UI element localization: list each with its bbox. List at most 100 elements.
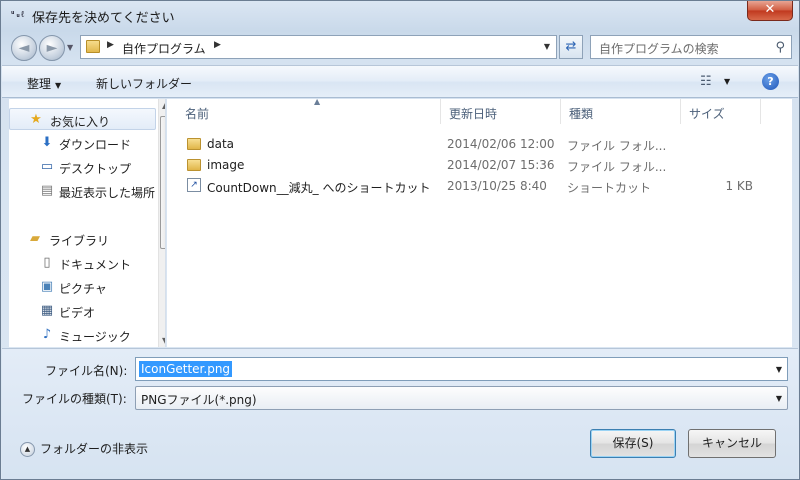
- column-header-label: 種類: [569, 107, 594, 121]
- dialog-title: 保存先を決めてください: [32, 11, 175, 26]
- documents-icon: ▯: [43, 255, 51, 270]
- file-name: data: [207, 137, 235, 151]
- star-icon: ★: [30, 112, 42, 127]
- recent-pages-dropdown-icon[interactable]: ▼: [67, 43, 73, 52]
- search-placeholder: 自作プログラムの検索: [599, 42, 719, 56]
- search-input[interactable]: 自作プログラムの検索 ⚲: [590, 35, 792, 59]
- file-type: ショートカット: [567, 181, 652, 195]
- nav-item-pictures[interactable]: ▣ ピクチャ: [9, 276, 156, 298]
- column-header-type[interactable]: 種類: [561, 99, 681, 124]
- nav-item-label: ピクチャ: [59, 282, 107, 296]
- nav-item-documents[interactable]: ▯ ドキュメント: [9, 252, 156, 274]
- search-icon[interactable]: ⚲: [775, 40, 785, 55]
- chevron-down-icon: ▼: [55, 81, 62, 90]
- folder-icon: [187, 157, 203, 172]
- file-name: CountDown__減丸_ へのショートカット: [207, 181, 431, 195]
- file-type: ファイル フォル...: [567, 160, 667, 174]
- column-header-label: 更新日時: [449, 107, 498, 121]
- file-date: 2014/02/07 15:36: [447, 158, 555, 172]
- nav-item-music[interactable]: ♪ ミュージック: [9, 324, 156, 346]
- navigation-bar: ◄ ► ▼ ▶ 自作プログラム ▶ ▼ ⇄ 自作プログラムの検索 ⚲: [1, 31, 799, 63]
- scrollbar-thumb[interactable]: [160, 116, 165, 249]
- nav-item-desktop[interactable]: ▭ デスクトップ: [9, 156, 156, 178]
- nav-item-libraries[interactable]: ▰ ライブラリ: [9, 228, 156, 250]
- scroll-down-icon[interactable]: ▼: [162, 336, 165, 345]
- close-button[interactable]: ✕: [747, 1, 793, 21]
- breadcrumb-chevron-icon[interactable]: ▶: [107, 40, 114, 50]
- navpane-scrollbar[interactable]: ▲ ▼: [158, 99, 165, 347]
- filetype-value: PNGファイル(*.png): [141, 393, 257, 407]
- nav-item-label: ダウンロード: [59, 138, 132, 152]
- save-button[interactable]: 保存(S): [590, 429, 676, 458]
- chevron-down-icon[interactable]: ▼: [776, 394, 782, 403]
- cancel-button[interactable]: キャンセル: [688, 429, 776, 458]
- nav-item-downloads[interactable]: ⬇ ダウンロード: [9, 132, 156, 154]
- music-icon: ♪: [42, 327, 52, 342]
- column-header-name[interactable]: 名前 ▲: [177, 97, 441, 124]
- address-bar[interactable]: ▶ 自作プログラム ▶ ▼: [80, 35, 557, 59]
- nav-item-label: お気に入り: [50, 115, 111, 129]
- nav-item-label: 最近表示した場所: [59, 186, 156, 200]
- nav-item-videos[interactable]: ▦ ビデオ: [9, 300, 156, 322]
- column-header-label: 名前: [185, 107, 210, 121]
- address-dropdown-icon[interactable]: ▼: [544, 42, 550, 51]
- nav-item-label: デスクトップ: [59, 162, 132, 176]
- videos-icon: ▦: [40, 303, 54, 318]
- chevron-down-icon[interactable]: ▼: [776, 365, 782, 374]
- filename-label: ファイル名(N):: [45, 364, 128, 378]
- table-row[interactable]: ↗ CountDown__減丸_ へのショートカット 2013/10/25 8:…: [167, 175, 787, 196]
- scroll-up-icon[interactable]: ▲: [162, 101, 165, 110]
- nav-item-label: ビデオ: [59, 306, 96, 320]
- help-button[interactable]: ?: [762, 73, 779, 90]
- collapse-icon: ▲: [20, 442, 35, 457]
- libraries-icon: ▰: [30, 231, 40, 246]
- column-header-size[interactable]: サイズ: [681, 99, 761, 124]
- file-name: image: [207, 158, 245, 172]
- back-button[interactable]: ◄: [11, 35, 37, 61]
- folder-icon: [86, 40, 100, 53]
- app-icon: ᵘᵤℓ: [10, 10, 25, 20]
- filename-value: IconGetter.png: [139, 361, 233, 377]
- nav-item-label: ドキュメント: [59, 258, 132, 272]
- nav-item-label: ライブラリ: [49, 234, 110, 248]
- shortcut-icon: ↗: [187, 178, 203, 193]
- pictures-icon: ▣: [40, 279, 54, 294]
- nav-item-favorites[interactable]: ★ お気に入り: [9, 108, 156, 130]
- filename-field[interactable]: IconGetter.png ▼: [135, 357, 788, 381]
- table-row[interactable]: image 2014/02/07 15:36 ファイル フォル...: [167, 154, 787, 175]
- filetype-select[interactable]: PNGファイル(*.png) ▼: [135, 386, 788, 410]
- folder-icon: [187, 136, 203, 151]
- refresh-icon: ⇄: [565, 39, 577, 54]
- sort-ascending-icon: ▲: [314, 97, 321, 106]
- file-date: 2013/10/25 8:40: [447, 179, 547, 193]
- title-bar: ᵘᵤℓ 保存先を決めてください ✕: [1, 1, 799, 31]
- organize-menu-button[interactable]: 整理 ▼: [27, 75, 61, 92]
- column-header-label: サイズ: [689, 107, 725, 121]
- refresh-button[interactable]: ⇄: [559, 35, 583, 59]
- file-type: ファイル フォル...: [567, 139, 667, 153]
- nav-item-recent-places[interactable]: ▤ 最近表示した場所: [9, 180, 156, 202]
- file-size: 1 KB: [725, 179, 753, 193]
- hide-folders-toggle[interactable]: ▲ フォルダーの非表示: [20, 440, 148, 457]
- filetype-label: ファイルの種類(T):: [22, 392, 127, 406]
- organize-label: 整理: [27, 77, 52, 91]
- hide-folders-label: フォルダーの非表示: [40, 442, 149, 456]
- breadcrumb-current-folder[interactable]: 自作プログラム: [122, 40, 206, 57]
- command-bar: 整理 ▼ 新しいフォルダー ☷ ▼ ?: [2, 65, 798, 98]
- file-list: 名前 ▲ 更新日時 種類 サイズ data 2014/02/06 12:00 フ…: [167, 97, 792, 347]
- file-date: 2014/02/06 12:00: [447, 137, 555, 151]
- forward-button[interactable]: ►: [39, 35, 65, 61]
- view-dropdown-icon[interactable]: ▼: [724, 77, 730, 86]
- nav-item-label: ミュージック: [59, 330, 131, 344]
- table-row[interactable]: data 2014/02/06 12:00 ファイル フォル...: [167, 133, 787, 154]
- breadcrumb-chevron-icon[interactable]: ▶: [214, 40, 221, 50]
- column-header-date[interactable]: 更新日時: [441, 99, 561, 124]
- downloads-folder-icon: ⬇: [41, 135, 53, 150]
- view-options-icon[interactable]: ☷: [700, 74, 712, 89]
- recent-places-icon: ▤: [40, 183, 54, 198]
- save-form: ファイル名(N): IconGetter.png ▼ ファイルの種類(T): P…: [2, 348, 798, 479]
- new-folder-button[interactable]: 新しいフォルダー: [96, 75, 192, 92]
- save-dialog: ᵘᵤℓ 保存先を決めてください ✕ ◄ ► ▼ ▶ 自作プログラム ▶ ▼ ⇄ …: [0, 0, 800, 480]
- navigation-pane: ★ お気に入り ⬇ ダウンロード ▭ デスクトップ ▤ 最近表示した場所 ▰ ラ…: [9, 99, 166, 347]
- desktop-icon: ▭: [40, 159, 54, 174]
